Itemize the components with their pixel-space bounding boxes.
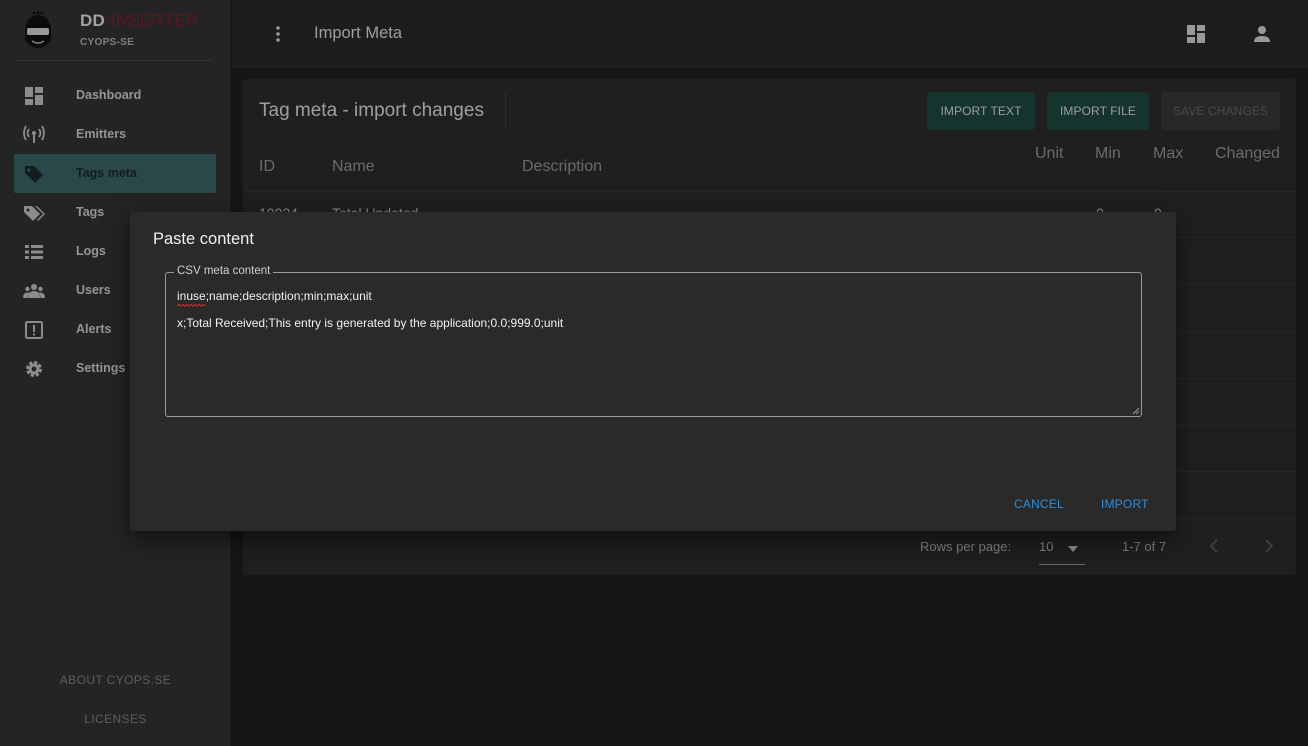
csv-textarea[interactable]: CSV meta content inuse;name;description;… xyxy=(165,265,1142,417)
resize-handle-icon[interactable] xyxy=(1132,407,1140,415)
cancel-button[interactable]: CANCEL xyxy=(1014,497,1064,511)
app-root: DD-INSERTER CYOPS-SE Dashboard Emitters … xyxy=(0,0,1308,746)
csv-line: inuse;name;description;min;max;unit xyxy=(177,289,372,303)
spellcheck-underline xyxy=(177,304,205,307)
textarea-label: CSV meta content xyxy=(174,265,274,277)
csv-line: x;Total Received;This entry is generated… xyxy=(177,316,564,330)
import-button[interactable]: IMPORT xyxy=(1101,497,1149,511)
paste-content-dialog: Paste content CSV meta content inuse;nam… xyxy=(130,212,1176,531)
dialog-title: Paste content xyxy=(153,230,254,248)
